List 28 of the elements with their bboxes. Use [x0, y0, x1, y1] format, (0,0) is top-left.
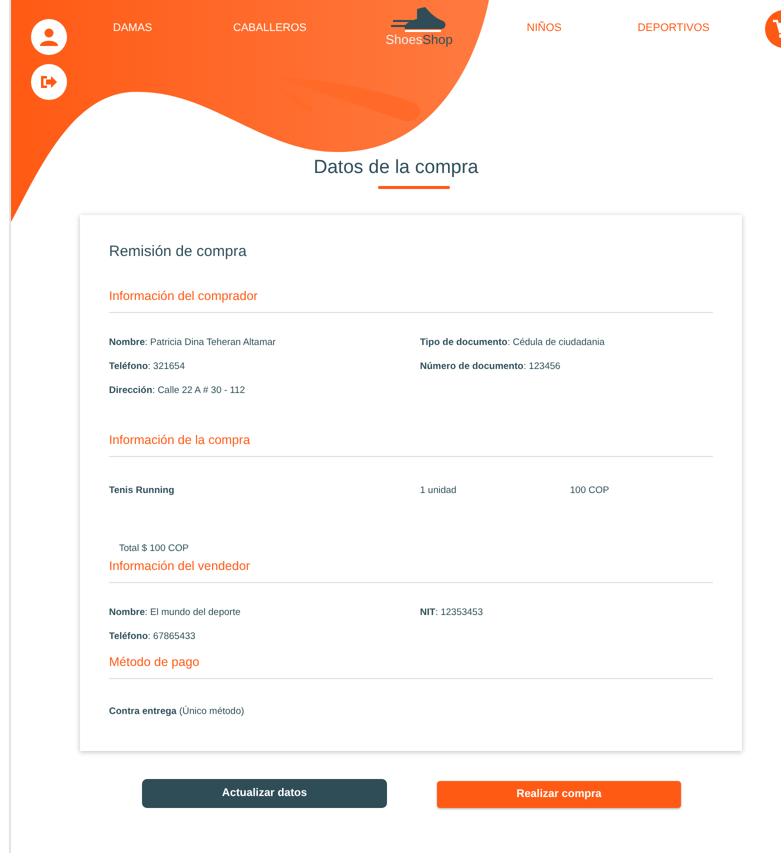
item-name: Tenis Running [109, 484, 176, 498]
item-quantity: 1 unidad [420, 484, 458, 498]
field-text: Teléfono: 67865433 [109, 630, 196, 644]
logo-text[interactable]: ShoesShop [386, 33, 453, 46]
field-text: Contra entrega (Único método) [109, 704, 246, 719]
nav-link[interactable]: CABALLEROS [233, 20, 306, 36]
field-text: Tipo de documento: Cédula de ciudadania [420, 336, 606, 350]
item-price: 100 COP [570, 484, 610, 498]
nav-link[interactable]: DAMAS [113, 20, 152, 36]
action-button[interactable]: Realizar compra [437, 780, 681, 808]
section-title: Información de la compra [109, 432, 713, 457]
nav-link[interactable]: NIÑOS [526, 20, 562, 36]
section-title: Información del vendedor [109, 559, 713, 584]
section-title: Información del comprador [109, 288, 713, 313]
field-text: Número de documento: 123456 [420, 360, 562, 374]
shoe-icon [391, 7, 448, 33]
field-text: Nombre: El mundo del deporte [109, 606, 242, 620]
title-underline [378, 186, 450, 189]
total-text: Total $ 100 COP [119, 542, 190, 556]
field-text: Teléfono: 321654 [109, 360, 186, 374]
section-title: Método de pago [109, 654, 713, 679]
field-text: NIT: 12353453 [420, 606, 484, 620]
card-heading: Remisión de compra [109, 242, 248, 261]
field-text: Nombre: Patricia Dina Teheran Altamar [109, 336, 277, 350]
nav-link[interactable]: DEPORTIVOS [638, 20, 710, 36]
page-title: Datos de la compra [312, 157, 480, 180]
action-button[interactable]: Actualizar datos [142, 778, 387, 808]
field-text: Dirección: Calle 22 A # 30 - 112 [109, 384, 246, 398]
